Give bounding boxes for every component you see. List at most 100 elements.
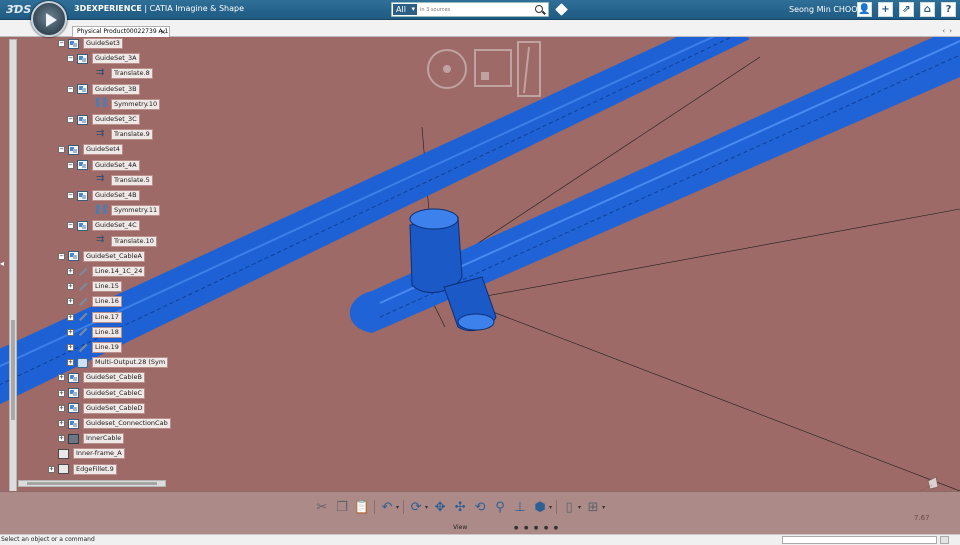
collapse-icon[interactable]: − bbox=[67, 222, 74, 230]
tree-node-label[interactable]: Inner-frame_A bbox=[73, 448, 125, 460]
tree-node[interactable]: Translate.8 bbox=[86, 67, 153, 80]
expand-icon[interactable]: + bbox=[58, 435, 65, 443]
tree-node-label[interactable]: GuideSet_4A bbox=[92, 159, 140, 171]
tree-node-label[interactable]: GuideSet_3A bbox=[92, 53, 140, 65]
expand-icon[interactable]: + bbox=[58, 374, 65, 382]
tree-node[interactable]: + Line.16 bbox=[67, 295, 122, 308]
add-button[interactable]: + bbox=[878, 2, 893, 17]
help-button[interactable]: ? bbox=[941, 2, 956, 17]
tree-node[interactable]: Inner-frame_A bbox=[48, 447, 125, 460]
iso-view-icon[interactable]: ⬢ bbox=[532, 499, 548, 515]
collapse-icon[interactable]: − bbox=[67, 192, 74, 199]
tree-node[interactable]: − GuideSet4 bbox=[58, 143, 123, 156]
tree-node[interactable]: + Line.14_1C_24 bbox=[67, 265, 146, 278]
user-name[interactable]: Seong Min CHOO bbox=[789, 5, 858, 14]
tree-node[interactable]: − GuideSet_4A bbox=[67, 159, 140, 172]
copy-icon[interactable]: ❐ bbox=[334, 499, 350, 515]
profile-button[interactable]: 👤 bbox=[857, 2, 872, 17]
search-scope-dropdown[interactable]: All bbox=[393, 4, 417, 15]
collapse-icon[interactable]: − bbox=[67, 55, 74, 63]
expand-icon[interactable]: + bbox=[67, 359, 74, 367]
tree-node-label[interactable]: GuideSet_3C bbox=[92, 114, 140, 125]
tree-node-label[interactable]: Translate.10 bbox=[111, 235, 157, 247]
tree-node-label[interactable]: Line.17 bbox=[92, 311, 122, 323]
action-bar-section-label[interactable]: View bbox=[453, 524, 467, 531]
tree-node[interactable]: − GuideSet_3A bbox=[67, 52, 140, 65]
tree-node[interactable]: + Line.18 bbox=[67, 326, 122, 339]
zoom-icon[interactable]: ⚲ bbox=[492, 499, 508, 515]
tree-node-label[interactable]: GuideSet_3B bbox=[92, 83, 140, 95]
tree-node-label[interactable]: Guideset_ConnectionCab bbox=[83, 418, 171, 429]
collapse-icon[interactable]: − bbox=[67, 116, 74, 123]
tree-node[interactable]: + Line.19 bbox=[67, 341, 122, 354]
tree-node-label[interactable]: Symmetry.11 bbox=[111, 205, 161, 217]
close-icon[interactable]: × bbox=[160, 27, 166, 37]
cut-icon[interactable]: ✂ bbox=[314, 499, 330, 515]
search-input[interactable] bbox=[420, 4, 530, 15]
tree-node-label[interactable]: InnerCable bbox=[83, 433, 125, 445]
tree-node[interactable]: Translate.10 bbox=[86, 234, 157, 248]
expand-icon[interactable]: + bbox=[48, 465, 55, 473]
3d-axis-compass-icon[interactable] bbox=[912, 473, 956, 491]
dropdown-arrow-icon[interactable]: ▾ bbox=[578, 504, 581, 511]
expand-icon[interactable]: + bbox=[67, 283, 74, 291]
command-input-button[interactable] bbox=[940, 536, 949, 544]
search-icon[interactable] bbox=[535, 5, 543, 13]
expand-icon[interactable]: + bbox=[67, 268, 74, 275]
tree-node[interactable]: + Line.17 bbox=[67, 311, 122, 324]
tag-icon[interactable] bbox=[555, 3, 568, 16]
tree-node-label[interactable]: Symmetry.10 bbox=[111, 98, 161, 110]
tab-scroll-arrows[interactable]: ‹› bbox=[942, 27, 956, 35]
tree-node-label[interactable]: Translate.9 bbox=[111, 129, 153, 141]
home-button[interactable]: ⌂ bbox=[920, 2, 935, 17]
tree-node[interactable]: + Guideset_ConnectionCab bbox=[58, 417, 171, 430]
pan-icon[interactable]: ✣ bbox=[452, 499, 468, 515]
expand-icon[interactable]: + bbox=[58, 404, 65, 412]
tree-node[interactable]: − GuideSet_3C bbox=[67, 113, 140, 126]
tree-node-label[interactable]: GuideSet4 bbox=[83, 144, 123, 156]
specification-tree[interactable]: ◂ − GuideSet3 − GuideSet_3A Translate.8 − Guid… bbox=[0, 37, 171, 495]
collapse-icon[interactable]: − bbox=[58, 252, 65, 260]
tree-node-label[interactable]: GuideSet_4C bbox=[92, 220, 140, 232]
tree-node-label[interactable]: Translate.8 bbox=[111, 68, 153, 80]
tree-node-label[interactable]: GuideSet_4B bbox=[92, 190, 140, 201]
tree-node-label[interactable]: Multi-Output.28 (Sym bbox=[92, 357, 169, 369]
collapse-icon[interactable]: − bbox=[58, 146, 65, 154]
tree-node-label[interactable]: Translate.5 bbox=[111, 174, 153, 186]
tree-node[interactable]: + Multi-Output.28 (Sym bbox=[67, 356, 169, 369]
share-button[interactable]: ⇗ bbox=[899, 2, 914, 17]
tree-node[interactable]: − GuideSet_4B bbox=[67, 189, 140, 202]
tree-node-label[interactable]: Line.19 bbox=[92, 342, 122, 353]
tree-node[interactable]: + GuideSet_CableC bbox=[58, 387, 146, 400]
tree-node[interactable]: Symmetry.11 bbox=[86, 204, 161, 217]
hide-show-icon[interactable]: ▯ bbox=[561, 499, 577, 515]
dropdown-arrow-icon[interactable]: ▾ bbox=[425, 504, 428, 511]
expand-icon[interactable]: + bbox=[58, 420, 65, 427]
rotate-icon[interactable]: ⟲ bbox=[472, 499, 488, 515]
tree-node[interactable]: − GuideSet_4C bbox=[67, 219, 140, 232]
tree-node[interactable]: + GuideSet_CableD bbox=[58, 402, 146, 415]
expand-icon[interactable]: + bbox=[58, 389, 65, 397]
tree-node-label[interactable]: GuideSet_CableC bbox=[83, 387, 146, 399]
tree-node[interactable]: + InnerCable bbox=[58, 432, 125, 445]
tree-node[interactable]: + GuideSet_CableB bbox=[58, 371, 145, 384]
paste-icon[interactable]: 📋 bbox=[354, 499, 370, 515]
expand-icon[interactable]: + bbox=[67, 328, 74, 336]
tree-node-label[interactable]: EdgeFillet.9 bbox=[73, 463, 117, 475]
boss-cylinder-bottom[interactable] bbox=[443, 276, 497, 332]
scrollbar-thumb[interactable] bbox=[11, 320, 15, 420]
tree-node-label[interactable]: GuideSet3 bbox=[83, 38, 123, 49]
tree-node[interactable]: + EdgeFillet.9 bbox=[48, 463, 117, 476]
command-input[interactable] bbox=[782, 536, 937, 544]
dropdown-arrow-icon[interactable]: ▾ bbox=[549, 504, 552, 511]
tree-node-label[interactable]: Line.14_1C_24 bbox=[92, 266, 146, 277]
render-style-icon[interactable]: ⊞ bbox=[585, 499, 601, 515]
tree-node-label[interactable]: GuideSet_CableD bbox=[83, 402, 146, 414]
tab-physical-product[interactable]: Physical Product00022739 A.1 × bbox=[72, 26, 170, 37]
tree-node-label[interactable]: GuideSet_CableA bbox=[83, 250, 145, 262]
collapse-icon[interactable]: − bbox=[67, 85, 74, 93]
collapse-icon[interactable]: − bbox=[67, 161, 74, 169]
collapse-icon[interactable]: − bbox=[58, 40, 65, 47]
tree-node-label[interactable]: GuideSet_CableB bbox=[83, 372, 145, 384]
boss-cylinder-top[interactable] bbox=[409, 208, 463, 293]
